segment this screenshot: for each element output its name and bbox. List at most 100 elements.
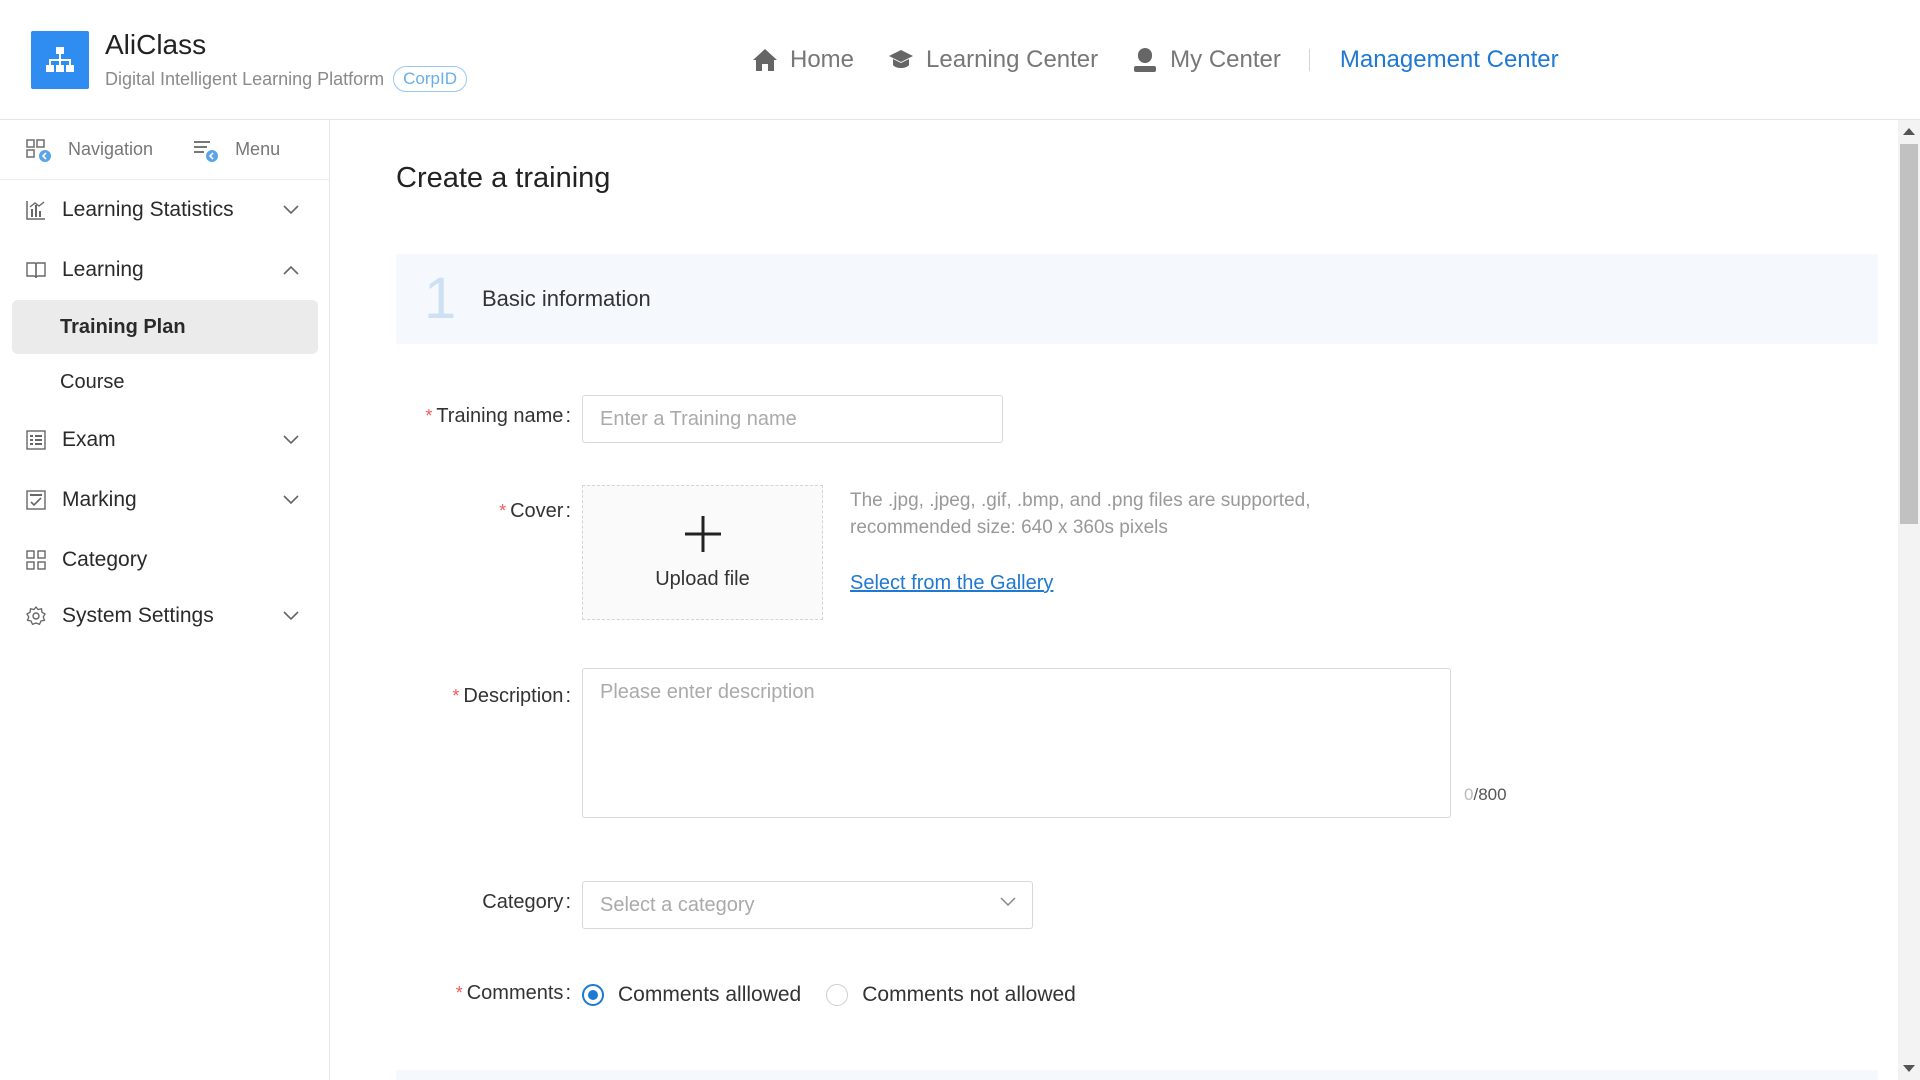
cover-label-text: Cover [510,500,564,522]
topnav-my-center-label: My Center [1170,46,1281,73]
app-header: AliClass Digital Intelligent Learning Pl… [0,0,1920,120]
sidebar-item-label: Learning Statistics [62,198,234,221]
description-char-counter: 0/800 [1464,785,1507,805]
scroll-thumb[interactable] [1900,144,1918,524]
home-icon [753,49,777,71]
topnav-management-center[interactable]: Management Center [1340,46,1559,74]
training-name-label-wrap: * Training name: [331,405,571,435]
sidebar-tab-menu[interactable]: Menu [193,138,280,162]
marking-icon [26,490,48,510]
book-icon [26,260,48,280]
label-colon: : [565,891,571,913]
comments-label-wrap: * Comments: [331,982,571,1012]
bar-chart-icon [26,200,48,220]
required-marker: * [452,686,460,706]
radio-comments-not-allowed[interactable]: Comments not allowed [826,983,1076,1007]
select-from-gallery-link[interactable]: Select from the Gallery [850,572,1053,595]
next-section-header [396,1070,1878,1080]
sidebar-item-learning-statistics[interactable]: Learning Statistics [0,180,329,240]
chevron-down-icon [283,495,299,505]
comments-radio-group: Comments alllowed Comments not allowed [582,983,1101,1007]
sidebar-item-system-settings[interactable]: System Settings [0,590,329,642]
category-label: Category: [482,891,571,914]
section-title: Basic information [482,286,651,311]
sidebar: Navigation Menu Learning Statistics Lear… [0,120,330,1080]
cover-hint-line2: recommended size: 640 x 360s pixels [850,517,1168,538]
cover-hint: The .jpg, .jpeg, .gif, .bmp, and .png fi… [850,487,1410,541]
training-name-input[interactable]: Enter a Training name [582,395,1003,443]
label-colon: : [565,405,571,427]
sidebar-tab-navigation[interactable]: Navigation [26,138,153,162]
char-count-max: /800 [1473,785,1507,804]
category-label-wrap: Category: [331,891,571,921]
sidebar-item-label: Marking [62,488,137,511]
cover-label: * Cover: [499,500,571,523]
upload-label: Upload file [655,568,750,590]
cover-upload-button[interactable]: Upload file [582,485,823,620]
sidebar-item-label: Learning [62,258,144,281]
plus-icon [684,516,721,552]
chevron-up-icon [283,265,299,275]
topnav-learning-center-label: Learning Center [926,46,1099,73]
sidebar-item-label: System Settings [62,604,214,627]
user-icon [1134,48,1157,72]
required-marker: * [455,983,463,1003]
comments-label-text: Comments [466,982,564,1004]
cover-hint-line1: The .jpg, .jpeg, .gif, .bmp, and .png fi… [850,490,1311,511]
app-logo[interactable] [31,31,89,89]
category-label-text: Category [482,891,564,913]
brand-subtitle: Digital Intelligent Learning Platform Co… [105,66,468,92]
description-textarea[interactable]: Please enter description [582,668,1451,818]
sidebar-item-category[interactable]: Category [0,530,329,590]
top-navigation: Home Learning Center My Center Managemen… [752,42,1559,78]
radio-label: Comments not allowed [862,983,1076,1006]
exam-icon [26,430,48,450]
sidebar-item-exam[interactable]: Exam [0,410,329,470]
corp-id-badge: CorpID [393,66,468,92]
topnav-home[interactable]: Home [752,46,854,74]
graduation-cap-icon [889,50,914,68]
sidebar-item-label: Exam [62,428,116,451]
training-name-label: * Training name: [425,405,571,428]
description-label-wrap: * Description: [331,685,571,715]
required-marker: * [499,501,507,521]
radio-comments-allowed[interactable]: Comments alllowed [582,983,801,1007]
description-label-text: Description [463,685,564,707]
sidebar-subitem-course[interactable]: Course [0,354,329,410]
label-colon: : [565,500,571,522]
description-label: * Description: [452,685,571,708]
page-title: Create a training [396,162,611,194]
gear-icon [26,606,48,626]
category-select[interactable]: Select a category [582,881,1033,929]
cover-label-wrap: * Cover: [331,500,571,530]
training-name-label-text: Training name [436,405,564,427]
vertical-scrollbar[interactable] [1898,120,1920,1080]
sidebar-item-learning[interactable]: Learning [0,240,329,300]
sidebar-tab-menu-label: Menu [235,139,281,159]
chevron-down-icon [283,435,299,445]
topnav-my-center[interactable]: My Center [1132,46,1281,74]
sidebar-item-marking[interactable]: Marking [0,470,329,530]
section-number: 1 [424,266,457,331]
label-colon: : [565,685,571,707]
scroll-up-arrow-icon[interactable] [1903,128,1915,135]
main-content: Create a training 1 Basic information * T… [331,120,1898,1080]
required-marker: * [425,406,433,426]
label-colon: : [565,982,571,1004]
topnav-home-label: Home [790,46,855,73]
comments-label: * Comments: [456,982,571,1005]
chevron-down-icon [283,611,299,621]
chevron-down-icon [283,205,299,215]
scroll-down-arrow-icon[interactable] [1903,1065,1915,1072]
sidebar-tabs: Navigation Menu [0,120,329,180]
sidebar-tab-navigation-label: Navigation [68,139,154,159]
radio-label: Comments alllowed [618,983,802,1006]
sidebar-subitem-training-plan[interactable]: Training Plan [12,300,318,354]
brand-title: AliClass [105,29,207,60]
section-header: 1 Basic information [396,254,1878,344]
menu-icon [194,140,219,162]
topnav-learning-center[interactable]: Learning Center [888,46,1098,74]
radio-checked-icon [582,984,604,1006]
radio-unchecked-icon [826,984,849,1006]
org-chart-icon [46,47,74,72]
